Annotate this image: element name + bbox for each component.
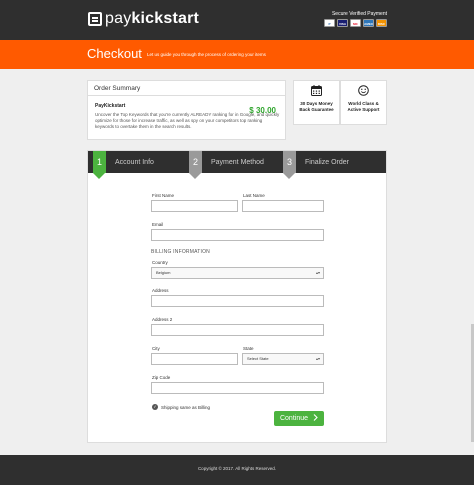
zip-code-field[interactable]	[151, 382, 324, 394]
secure-payment-badge: Secure Verified Payment P VISA MC AMEX DISC	[313, 11, 387, 27]
secure-payment-label: Secure Verified Payment	[331, 11, 387, 17]
calendar-icon	[294, 85, 339, 98]
feature-label-line1: World Class &	[348, 101, 379, 106]
city-field[interactable]	[151, 353, 238, 365]
step-number: 3	[283, 151, 296, 179]
logo-prefix: pay	[105, 10, 132, 27]
product-description: Uncover the Top Keywords that you're cur…	[95, 112, 280, 129]
city-label: City	[152, 346, 160, 351]
zip-code-label: Zip Code	[152, 375, 171, 380]
top-header: paykickstart Secure Verified Payment P VI…	[0, 0, 474, 40]
logo-suffix: kickstart	[131, 10, 200, 27]
last-name-label: Last Name	[243, 193, 265, 198]
email-label: Email	[152, 222, 164, 227]
smiley-icon	[341, 85, 386, 98]
country-select[interactable]: Belgium ▴▾	[151, 267, 324, 279]
address-field[interactable]	[151, 295, 324, 307]
address2-label: Address 2	[152, 317, 173, 322]
order-summary-panel: Order Summary PayKickstart $ 30.00 Uncov…	[87, 80, 286, 140]
order-summary-heading: Order Summary	[88, 81, 285, 96]
chevron-right-icon	[313, 414, 318, 423]
select-caret-icon: ▴▾	[315, 356, 320, 361]
first-name-label: First Name	[152, 193, 175, 198]
feature-label-line2: Back Guarantee	[299, 107, 334, 112]
checkmark-icon: ✓	[152, 404, 158, 410]
state-value: Select State	[247, 356, 269, 361]
logo-icon	[88, 12, 102, 26]
step-payment-method[interactable]: 2 Payment Method	[189, 151, 264, 179]
step-number: 1	[93, 151, 106, 179]
checkout-form-panel: 1 Account Info 2 Payment Method 3 Finali…	[87, 150, 387, 443]
american-express-card-icon: AMEX	[363, 19, 374, 27]
step-finalize-order[interactable]: 3 Finalize Order	[283, 151, 349, 179]
money-back-guarantee-box: 30 Days Money Back Guarantee	[293, 80, 340, 125]
visa-card-icon: VISA	[337, 19, 348, 27]
paypal-card-icon: P	[324, 19, 335, 27]
page-subtitle: Let us guide you through the process of …	[147, 52, 266, 57]
step-number: 2	[189, 151, 202, 179]
page-footer: Copyright © 2017. All Rights Reserved.	[0, 455, 474, 485]
state-select[interactable]: Select State ▴▾	[242, 353, 324, 365]
mastercard-card-icon: MC	[350, 19, 361, 27]
address2-field[interactable]	[151, 324, 324, 336]
continue-label: Continue	[279, 415, 309, 422]
select-caret-icon: ▴▾	[315, 270, 320, 275]
continue-button[interactable]: Continue	[274, 411, 324, 426]
country-value: Belgium	[156, 270, 171, 275]
address-label: Address	[152, 288, 169, 293]
checkout-steps: 1 Account Info 2 Payment Method 3 Finali…	[88, 151, 386, 179]
step-label: Payment Method	[211, 158, 264, 166]
checkout-banner: Checkout Let us guide you through the pr…	[0, 40, 474, 69]
email-field[interactable]	[151, 229, 324, 241]
step-account-info[interactable]: 1 Account Info	[93, 151, 154, 179]
billing-information-heading: BILLING INFORMATION	[151, 249, 210, 255]
step-label: Account Info	[115, 158, 154, 166]
state-label: State	[243, 346, 254, 351]
copyright-text: Copyright © 2017. All Rights Reserved.	[197, 466, 277, 471]
shipping-same-label: Shipping same as Billing	[161, 404, 211, 410]
shipping-same-toggle[interactable]: ✓ Shipping same as Billing	[152, 404, 210, 410]
product-name: PayKickstart	[95, 103, 126, 109]
feature-label-line2: Active Support	[347, 107, 380, 112]
discover-card-icon: DISC	[376, 19, 387, 27]
country-label: Country	[152, 260, 168, 265]
brand-logo[interactable]: paykickstart	[88, 10, 199, 28]
support-box: World Class & Active Support	[340, 80, 387, 125]
feature-label-line1: 30 Days Money	[300, 101, 333, 106]
first-name-field[interactable]	[151, 200, 238, 212]
step-label: Finalize Order	[305, 158, 349, 166]
page-title: Checkout	[87, 46, 142, 61]
last-name-field[interactable]	[242, 200, 324, 212]
payment-card-logos: P VISA MC AMEX DISC	[313, 19, 387, 27]
